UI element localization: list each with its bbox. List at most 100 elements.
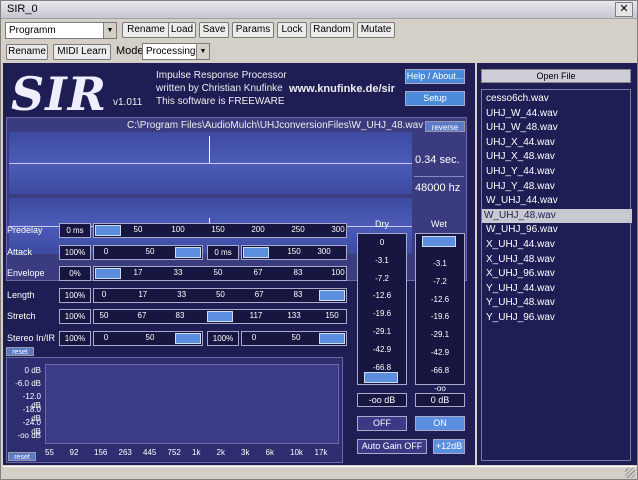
reverse-button[interactable]: reverse (425, 121, 465, 132)
open-file-button[interactable]: Open File (481, 69, 631, 83)
mode-select[interactable]: Processing ▼ (142, 43, 210, 60)
envelope-slider-handle[interactable] (95, 268, 121, 279)
gain-value-button[interactable]: +12dB (433, 439, 465, 454)
website-link[interactable]: www.knufinke.de/sir (289, 83, 395, 95)
tick-label: 50 (215, 290, 225, 299)
host-random-button[interactable]: Random (310, 22, 354, 38)
version-text: v1.011 (113, 97, 143, 108)
dry-title: Dry (375, 219, 389, 229)
file-list-item[interactable]: Y_UHJ_44.wav (484, 282, 634, 296)
eq-freq-label: 17k (314, 448, 328, 457)
tick-label: 33 (177, 290, 187, 299)
file-list-item[interactable]: UHJ_Y_48.wav (484, 180, 634, 194)
tick-label: 0 (101, 290, 107, 299)
length-slider[interactable]: 0 17 33 50 67 83 (93, 288, 347, 303)
file-list-item[interactable]: Y_UHJ_48.wav (484, 296, 634, 310)
stretch-slider-handle[interactable] (207, 311, 233, 322)
eq-freq-label: 1k (192, 448, 201, 457)
eq-freq-label: 10k (290, 448, 303, 457)
dry-fader[interactable]: 0 -3.1 -7.2 -12.6 -19.6 -29.1 -42.9 -66.8 (357, 233, 407, 385)
program-value: Programm (9, 25, 56, 36)
tick-label: 50 (213, 268, 223, 277)
close-button[interactable]: ✕ (615, 2, 633, 17)
attack-slider[interactable]: 0 50 (93, 245, 203, 260)
host-params-button[interactable]: Params (232, 22, 274, 38)
wet-fader[interactable]: -3.1 -7.2 -12.6 -19.6 -29.1 -42.9 -66.8 -oo (415, 233, 465, 393)
program-select[interactable]: Programm ▼ (5, 22, 117, 39)
file-list-item[interactable]: X_UHJ_96.wav (484, 267, 634, 281)
host-midi-learn-button[interactable]: MIDI Learn (53, 44, 111, 60)
tick-label: 67 (253, 268, 263, 277)
info-line-2: written by Christian Knufinke (156, 83, 283, 94)
predelay-label: Predelay (7, 225, 43, 235)
setup-button[interactable]: Setup (405, 91, 465, 106)
tick-label: 17 (133, 268, 143, 277)
attack-slider-2-handle[interactable] (243, 247, 269, 258)
dry-fader-mark: -66.8 (372, 362, 392, 372)
resize-grip-icon[interactable] (625, 468, 635, 478)
dry-fader-mark: -42.9 (372, 344, 392, 354)
file-list-item[interactable]: UHJ_X_48.wav (484, 150, 634, 164)
status-bar (3, 466, 637, 479)
wet-fader-handle[interactable] (422, 236, 456, 247)
tick-label: 150 (211, 225, 225, 234)
predelay-slider-handle[interactable] (95, 225, 121, 236)
wet-fader-mark: -12.6 (430, 294, 450, 304)
stereo-in-ir-value-2: 100% (207, 331, 239, 346)
file-list-item[interactable]: cesso6ch.wav (484, 92, 634, 106)
stereo-in-ir-slider-handle[interactable] (175, 333, 201, 344)
tick-label: 0 (103, 333, 109, 342)
eq-graph[interactable] (45, 364, 339, 444)
host-lock-button[interactable]: Lock (277, 22, 307, 38)
file-list[interactable]: cesso6ch.wav UHJ_W_44.wav UHJ_W_48.wav UHJ_… (481, 89, 634, 461)
host-load-button[interactable]: Load (168, 22, 196, 38)
dry-fader-mark: -7.2 (375, 273, 389, 283)
host-rename-button[interactable]: Rename (122, 22, 170, 38)
divider (414, 176, 464, 177)
file-list-item[interactable]: UHJ_W_44.wav (484, 107, 634, 121)
length-label: Length (7, 290, 35, 300)
host-save-button[interactable]: Save (199, 22, 229, 38)
file-list-item[interactable]: UHJ_X_44.wav (484, 136, 634, 150)
info-line-3: This software is FREEWARE (156, 96, 285, 107)
file-list-item[interactable]: W_UHJ_48.wav (482, 208, 632, 223)
reset-button[interactable]: reset (6, 347, 34, 356)
host-mutate-button[interactable]: Mutate (357, 22, 395, 38)
eq-reset-button[interactable]: reset (8, 452, 36, 461)
stereo-in-ir-slider-2[interactable]: 0 50 (241, 331, 347, 346)
tick-label: 33 (173, 268, 183, 277)
length-slider-handle[interactable] (319, 290, 345, 301)
eq-freq-label: 263 (118, 448, 132, 457)
on-button[interactable]: ON (415, 416, 465, 431)
info-line-1: Impulse Response Processor (156, 70, 287, 81)
stereo-in-ir-slider-2-handle[interactable] (319, 333, 345, 344)
file-list-item[interactable]: UHJ_Y_44.wav (484, 165, 634, 179)
stereo-in-ir-slider[interactable]: 0 50 (93, 331, 203, 346)
eq-db-label: 0 dB (24, 366, 41, 375)
plugin-window: SIR_0 ✕ Programm ▼ Rename Load Save Params L… (0, 0, 638, 480)
file-list-item[interactable]: Y_UHJ_96.wav (484, 311, 634, 325)
file-list-item[interactable]: W_UHJ_44.wav (484, 194, 634, 208)
auto-gain-button[interactable]: Auto Gain OFF (357, 439, 427, 454)
envelope-slider[interactable]: 17 33 50 67 83 100 (93, 266, 347, 281)
stretch-slider[interactable]: 50 67 83 117 133 150 (93, 309, 347, 324)
eq-db-label: -6.0 dB (15, 379, 41, 388)
eq-freq-label: 752 (167, 448, 181, 457)
wet-fader-mark: -29.1 (430, 330, 450, 340)
file-list-item[interactable]: X_UHJ_48.wav (484, 253, 634, 267)
predelay-slider[interactable]: 50 100 150 200 250 300 (93, 223, 347, 238)
attack-slider-2[interactable]: 150 300 (241, 245, 347, 260)
help-about-button[interactable]: Help / About... (405, 69, 465, 84)
dry-fader-handle[interactable] (364, 372, 398, 383)
file-list-item[interactable]: X_UHJ_44.wav (484, 238, 634, 252)
dry-fader-mark: -29.1 (372, 327, 392, 336)
ir-rate-display: 48000 hz (415, 182, 461, 194)
file-list-item[interactable]: W_UHJ_96.wav (484, 223, 634, 237)
dry-fader-mark: -12.6 (372, 291, 392, 301)
host-rename-button[interactable]: Rename (6, 44, 48, 60)
mode-value: Processing (146, 46, 196, 57)
attack-slider-handle[interactable] (175, 247, 201, 258)
off-button[interactable]: OFF (357, 416, 407, 431)
tick-label: 0 (251, 333, 257, 342)
file-list-item[interactable]: UHJ_W_48.wav (484, 121, 634, 135)
